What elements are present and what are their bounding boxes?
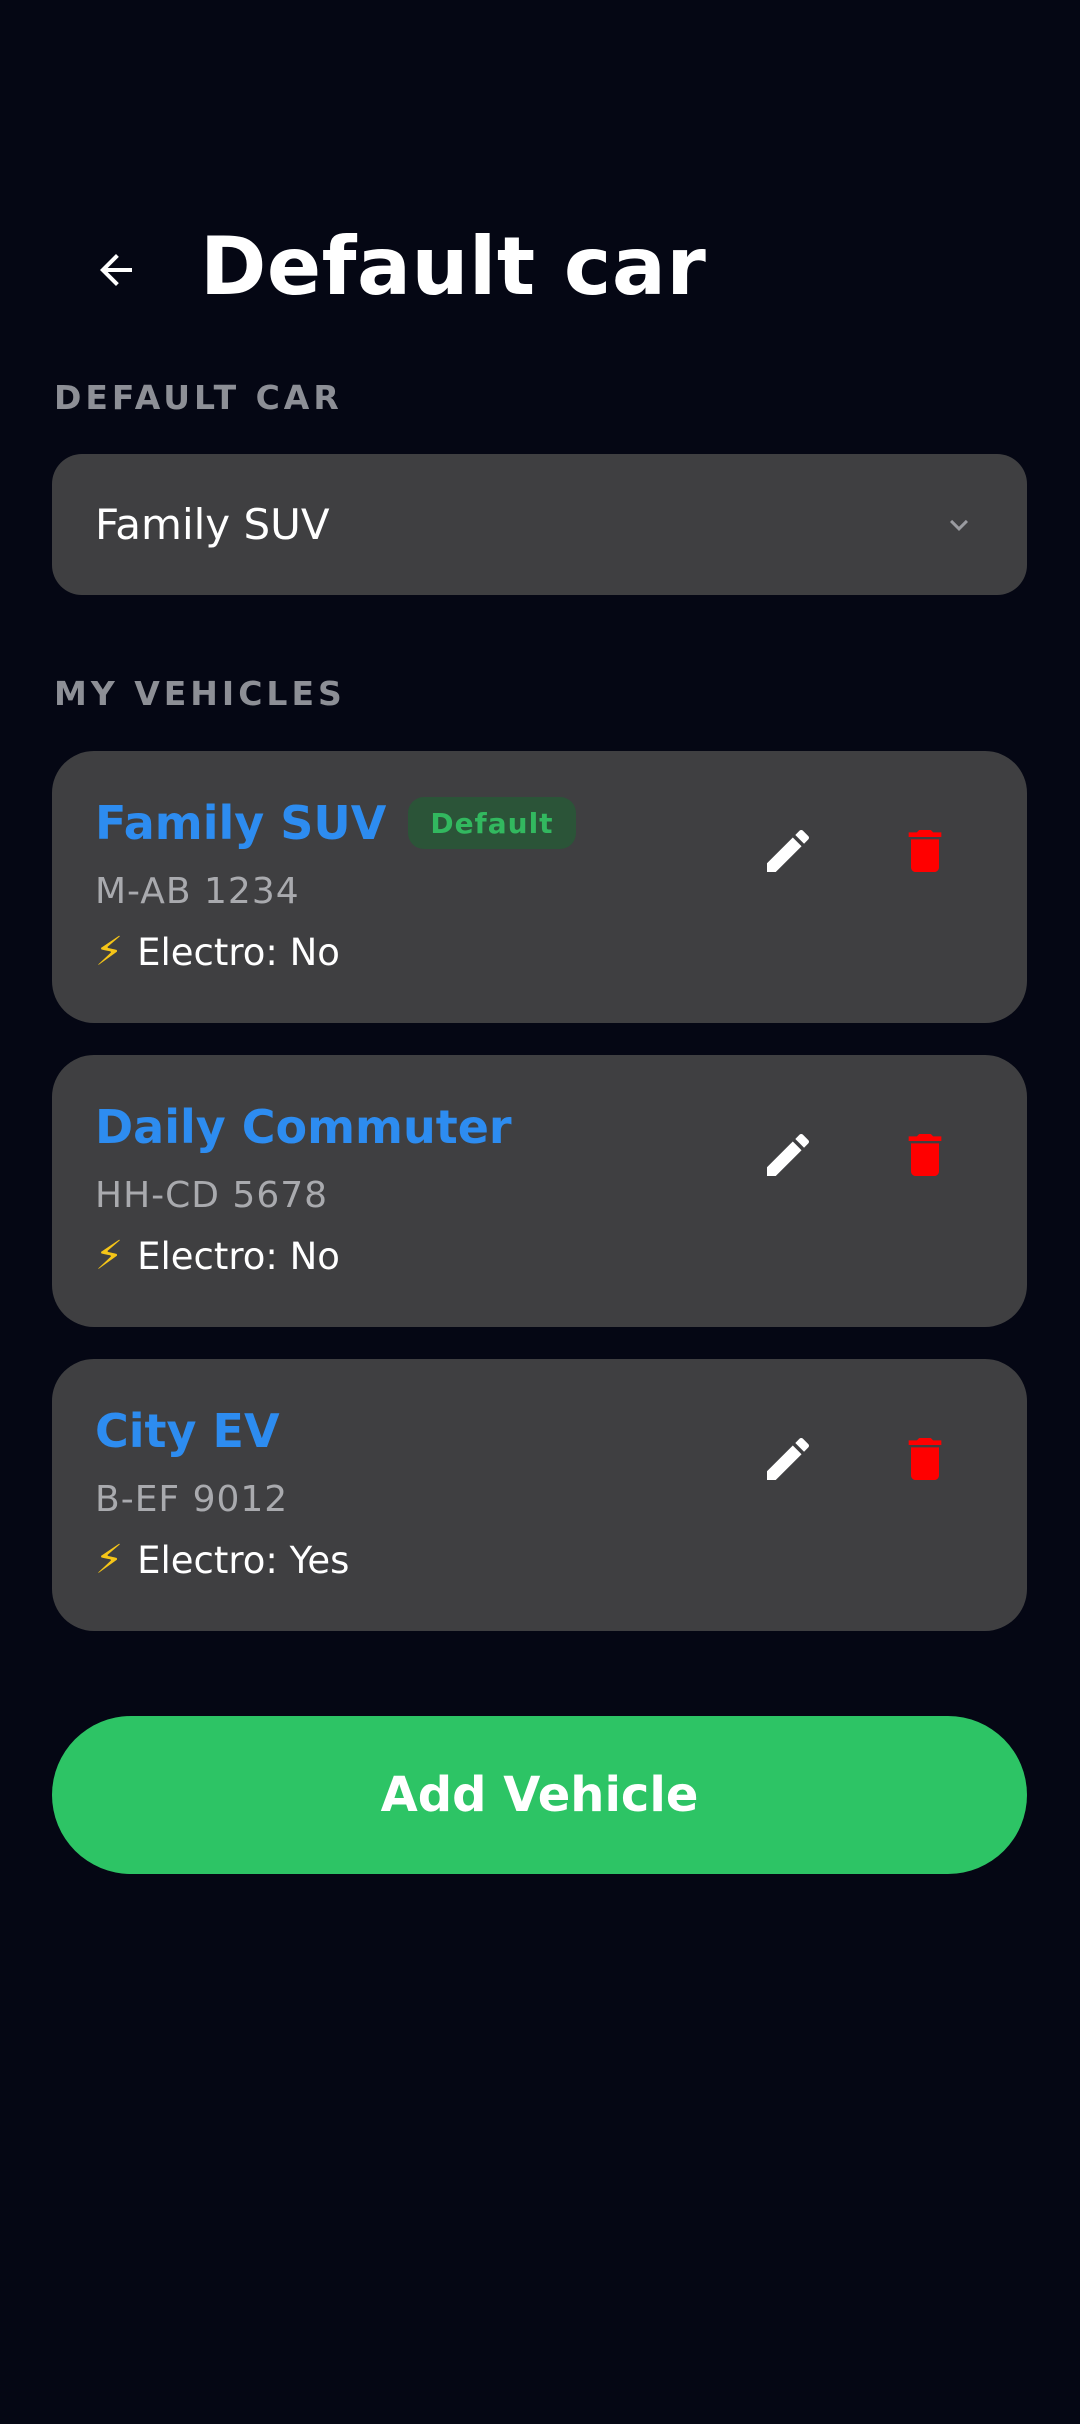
electro-status: ⚡ Electro: No — [95, 929, 340, 975]
chevron-down-icon — [939, 505, 979, 545]
delete-vehicle-button[interactable] — [885, 811, 965, 891]
trash-icon — [908, 830, 942, 872]
delete-vehicle-button[interactable] — [885, 1115, 965, 1195]
pencil-icon — [767, 829, 810, 872]
vehicle-name-row: Family SUV Default — [95, 791, 576, 855]
vehicle-card-city-ev[interactable]: City EV B-EF 9012 ⚡ Electro: Yes — [52, 1359, 1027, 1631]
edit-vehicle-button[interactable] — [748, 811, 828, 891]
lightning-bolt-icon: ⚡ — [95, 929, 124, 975]
electro-label: Electro: Yes — [137, 1538, 350, 1582]
delete-vehicle-button[interactable] — [885, 1419, 965, 1499]
vehicle-name-row: Daily Commuter — [95, 1095, 512, 1159]
back-button[interactable] — [66, 220, 166, 320]
default-car-screen: Default car DEFAULT CAR Family SUV MY VE… — [0, 0, 1080, 2424]
default-car-selected-value: Family SUV — [95, 500, 330, 549]
trash-icon — [908, 1134, 942, 1176]
vehicle-card-family-suv[interactable]: Family SUV Default M-AB 1234 ⚡ Electro: … — [52, 751, 1027, 1023]
add-vehicle-button[interactable]: Add Vehicle — [52, 1716, 1027, 1874]
default-badge: Default — [408, 797, 576, 849]
vehicle-plate: M-AB 1234 — [95, 871, 300, 912]
pencil-icon — [767, 1133, 810, 1176]
vehicle-plate: B-EF 9012 — [95, 1479, 289, 1520]
page-title: Default car — [200, 220, 707, 313]
vehicle-name: City EV — [95, 1404, 280, 1458]
edit-vehicle-button[interactable] — [748, 1419, 828, 1499]
default-car-section-label: DEFAULT CAR — [54, 378, 343, 417]
vehicle-card-daily-commuter[interactable]: Daily Commuter HH-CD 5678 ⚡ Electro: No — [52, 1055, 1027, 1327]
lightning-bolt-icon: ⚡ — [95, 1233, 124, 1279]
vehicle-name-row: City EV — [95, 1399, 280, 1463]
vehicle-plate: HH-CD 5678 — [95, 1175, 329, 1216]
arrow-left-icon — [100, 254, 132, 286]
edit-vehicle-button[interactable] — [748, 1115, 828, 1195]
electro-status: ⚡ Electro: Yes — [95, 1537, 349, 1583]
default-car-dropdown[interactable]: Family SUV — [52, 454, 1027, 595]
vehicle-name: Family SUV — [95, 796, 387, 850]
trash-icon — [908, 1438, 942, 1480]
electro-label: Electro: No — [137, 1234, 340, 1278]
my-vehicles-section-label: MY VEHICLES — [54, 674, 346, 713]
electro-status: ⚡ Electro: No — [95, 1233, 340, 1279]
lightning-bolt-icon: ⚡ — [95, 1537, 124, 1583]
pencil-icon — [767, 1437, 810, 1480]
vehicle-name: Daily Commuter — [95, 1100, 512, 1154]
electro-label: Electro: No — [137, 930, 340, 974]
